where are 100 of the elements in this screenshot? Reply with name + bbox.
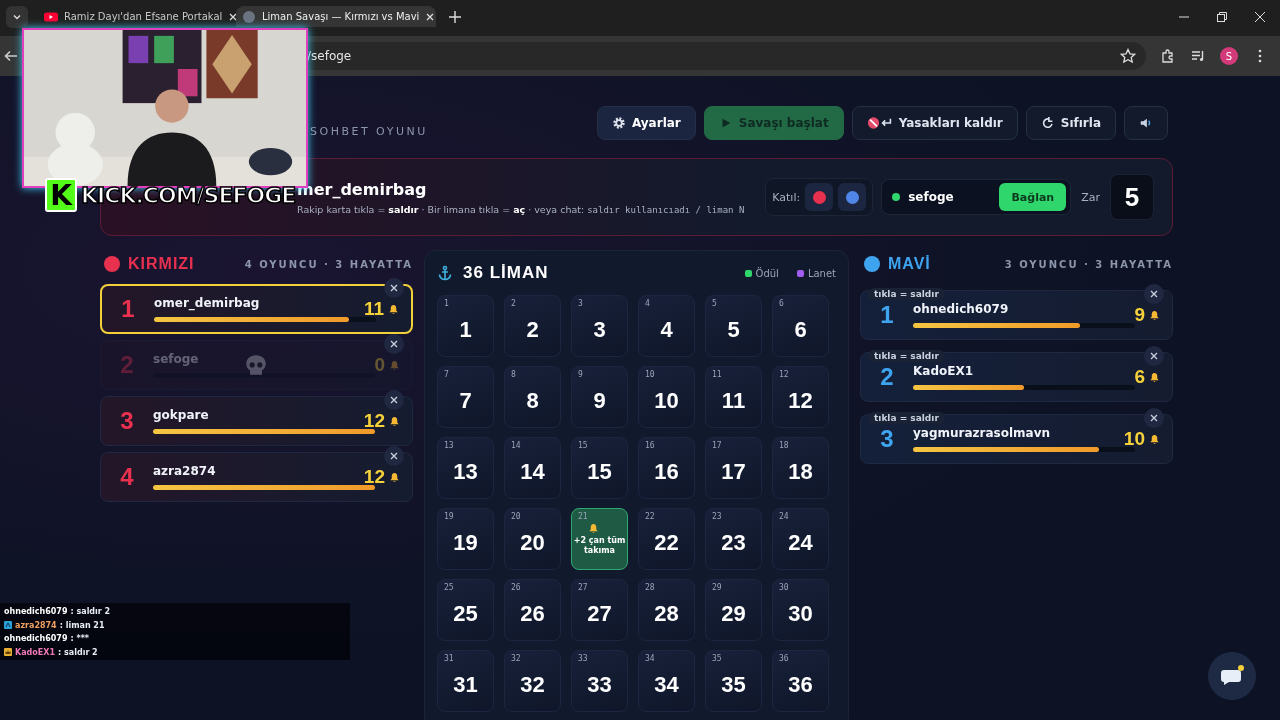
bell-count: 12 [363, 466, 385, 488]
port-tile[interactable]: 33 33 [571, 650, 628, 712]
close-icon [1149, 289, 1159, 299]
unban-button[interactable]: Yasakları kaldır [851, 106, 1018, 140]
restore-icon[interactable] [1216, 11, 1228, 23]
player-card[interactable]: 1 omer_demirbag 11 [100, 284, 413, 334]
port-tile[interactable]: 8 8 [504, 366, 561, 428]
port-tile[interactable]: 5 5 [705, 295, 762, 357]
browser-tab[interactable]: Ramiz Dayı'dan Efsane Portakal [38, 6, 232, 27]
remove-button[interactable] [384, 446, 404, 466]
player-name: ohnedich6079 [913, 302, 1010, 316]
bell-count: 12 [363, 410, 385, 432]
attack-hint-tag: tıkla = saldır [868, 350, 945, 362]
attack-hint-tag: tıkla = saldır [868, 288, 945, 300]
port-tile[interactable]: 35 35 [705, 650, 762, 712]
channel-url: KICK.COM/SEFOGE [81, 182, 296, 208]
bell-icon [389, 415, 400, 427]
dice-value: 5 [1110, 174, 1154, 220]
player-rank: 1 [879, 301, 895, 329]
join-team-button[interactable] [838, 183, 867, 211]
new-tab-icon[interactable] [448, 10, 462, 24]
port-tile[interactable]: 15 15 [571, 437, 628, 499]
remove-button[interactable] [1144, 284, 1164, 304]
port-tile[interactable]: 4 4 [638, 295, 695, 357]
reset-button[interactable]: Sıfırla [1025, 106, 1116, 140]
port-tile[interactable]: 14 14 [504, 437, 561, 499]
player-card[interactable]: 3 gokpare 12 [100, 396, 413, 446]
settings-button[interactable]: Ayarlar [596, 106, 696, 140]
star-icon[interactable] [1120, 48, 1136, 64]
puzzle-icon[interactable] [1160, 48, 1176, 64]
chat-username: ohnedich6079 [4, 634, 68, 644]
port-tile[interactable]: 26 26 [504, 579, 561, 641]
media-list-icon[interactable] [1190, 48, 1206, 64]
remove-button[interactable] [1144, 346, 1164, 366]
port-tile[interactable]: 29 29 [705, 579, 762, 641]
connect-button[interactable]: Bağlan [999, 183, 1067, 211]
port-tile[interactable]: 6 6 [772, 295, 829, 357]
port-tile[interactable]: 7 7 [437, 366, 494, 428]
remove-button[interactable] [384, 334, 404, 354]
bell-icon [389, 471, 400, 483]
team-name: MAVİ [888, 255, 932, 273]
port-tile[interactable]: 3 3 [571, 295, 628, 357]
profile-avatar[interactable]: S [1220, 47, 1238, 65]
port-tile[interactable]: 31 31 [437, 650, 494, 712]
back-icon[interactable] [3, 48, 19, 64]
remove-button[interactable] [384, 390, 404, 410]
bell-count: 10 [1123, 428, 1145, 450]
bell-count: 0 [374, 354, 385, 376]
remove-button[interactable] [384, 278, 404, 298]
tab-search-button[interactable] [6, 6, 28, 28]
chat-username: ohnedich6079 [4, 607, 68, 617]
port-tile[interactable]: 21 +2 çan tüm takıma [571, 508, 628, 570]
port-tile[interactable]: 20 20 [504, 508, 561, 570]
port-tile[interactable]: 13 13 [437, 437, 494, 499]
player-name: sefoge [153, 352, 200, 366]
join-team-button[interactable] [805, 183, 834, 211]
port-tile[interactable]: 17 17 [705, 437, 762, 499]
port-tile[interactable]: 9 9 [571, 366, 628, 428]
team-summary: 3 OYUNCU · 3 HAYATTA [1004, 258, 1173, 270]
remove-button[interactable] [1144, 408, 1164, 428]
help-text: Rakip karta tıkla = saldır · Bir limana tıkla = aç · veya chat: saldır kullanıcıadı / liman N [297, 203, 746, 215]
bell-icon [1149, 433, 1160, 445]
port-tile[interactable]: 25 25 [437, 579, 494, 641]
sound-button[interactable] [1124, 106, 1168, 140]
port-tile[interactable]: 11 11 [705, 366, 762, 428]
browser-tab[interactable]: Liman Savaşı — Kırmızı vs Mavi [236, 6, 436, 27]
port-tile[interactable]: 18 18 [772, 437, 829, 499]
join-label: Katıl: [772, 190, 801, 204]
chat-message: : saldır 2 [58, 647, 98, 657]
close-icon[interactable] [1254, 11, 1266, 23]
port-tile[interactable]: 1 1 [437, 295, 494, 357]
port-tile[interactable]: 27 27 [571, 579, 628, 641]
port-tile[interactable]: 2 2 [504, 295, 561, 357]
close-icon [1149, 413, 1159, 423]
close-icon [425, 11, 436, 22]
port-tile[interactable]: 12 12 [772, 366, 829, 428]
player-name: azra2874 [153, 464, 217, 478]
port-tile[interactable]: 19 19 [437, 508, 494, 570]
bell-count: 6 [1134, 366, 1145, 388]
channel-field[interactable]: sefoge Bağlan [881, 179, 1072, 215]
player-rank: 1 [120, 295, 136, 323]
port-tile[interactable]: 36 36 [772, 650, 829, 712]
port-tile[interactable]: 34 34 [638, 650, 695, 712]
port-tile[interactable]: 28 28 [638, 579, 695, 641]
address-bar[interactable]: /sefoge [305, 42, 1146, 70]
port-tile[interactable]: 10 10 [638, 366, 695, 428]
attack-hint-tag: tıkla = saldır [868, 412, 945, 424]
port-tile[interactable]: 32 32 [504, 650, 561, 712]
port-tile[interactable]: 22 22 [638, 508, 695, 570]
subtitle: SOHBET OYUNU [309, 125, 428, 140]
bell-icon [1149, 309, 1160, 321]
port-tile[interactable]: 30 30 [772, 579, 829, 641]
globe-icon [242, 9, 256, 24]
dice-label: Zar [1081, 190, 1100, 204]
port-tile[interactable]: 24 24 [772, 508, 829, 570]
team-summary: 4 OYUNCU · 3 HAYATTA [244, 258, 413, 270]
player-card[interactable]: 4 azra2874 12 [100, 452, 413, 502]
close-icon [389, 395, 399, 405]
port-tile[interactable]: 23 23 [705, 508, 762, 570]
port-tile[interactable]: 16 16 [638, 437, 695, 499]
